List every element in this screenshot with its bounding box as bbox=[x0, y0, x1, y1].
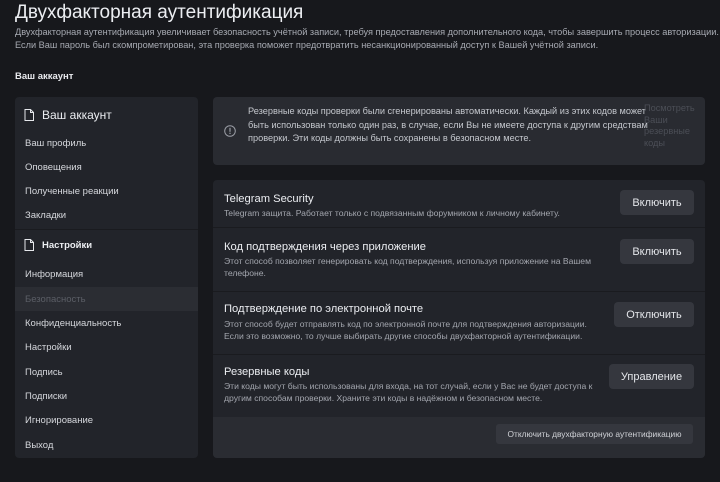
disable-email-button[interactable]: Отключить bbox=[614, 302, 694, 327]
method-title-telegram: Telegram Security bbox=[224, 193, 314, 205]
method-divider bbox=[213, 291, 705, 292]
method-desc-app: Этот способ позволяет генерировать код п… bbox=[224, 256, 591, 278]
document-icon bbox=[24, 109, 34, 121]
manage-backup-codes-button[interactable]: Управление bbox=[609, 364, 694, 389]
document-icon bbox=[24, 239, 34, 251]
sidebar-item-profile[interactable]: Ваш профиль bbox=[15, 131, 198, 155]
sidebar-item-ignoring[interactable]: Игнорирование bbox=[15, 408, 198, 432]
sidebar-item-signature[interactable]: Подпись bbox=[15, 360, 198, 384]
sidebar-item-bookmarks[interactable]: Закладки bbox=[15, 203, 198, 227]
sidebar-item-reactions[interactable]: Полученные реакции bbox=[15, 179, 198, 203]
sidebar-item-logout[interactable]: Выход bbox=[15, 433, 198, 457]
methods-footer: Отключить двухфакторную аутентификацию bbox=[213, 417, 705, 458]
sidebar-item-privacy[interactable]: Конфиденциальность bbox=[15, 311, 198, 335]
two-factor-methods-panel: Telegram Security Telegram защита. Работ… bbox=[213, 180, 705, 458]
sidebar-divider bbox=[15, 229, 198, 230]
disable-two-factor-button[interactable]: Отключить двухфакторную аутентификацию bbox=[496, 424, 693, 444]
sidebar-header-account[interactable]: Ваш аккаунт bbox=[15, 101, 198, 129]
method-desc-email: Этот способ будет отправлять код по элек… bbox=[224, 319, 587, 341]
method-divider bbox=[213, 354, 705, 355]
sidebar-item-subscriptions[interactable]: Подписки bbox=[15, 384, 198, 408]
enable-telegram-button[interactable]: Включить bbox=[620, 190, 694, 215]
sidebar: Ваш аккаунт Ваш профиль Оповещения Получ… bbox=[15, 97, 198, 458]
method-title-backup-codes: Резервные коды bbox=[224, 366, 310, 378]
method-desc-telegram: Telegram защита. Работает только с подвя… bbox=[224, 208, 560, 218]
backup-codes-notice: Резервные коды проверки были сгенерирова… bbox=[213, 97, 705, 165]
sidebar-header-label: Ваш аккаунт bbox=[42, 108, 112, 122]
enable-app-code-button[interactable]: Включить bbox=[620, 239, 694, 264]
sidebar-item-information[interactable]: Информация bbox=[15, 262, 198, 286]
info-circle-icon bbox=[224, 125, 236, 137]
method-desc-backup-codes: Эти коды могут быть использованы для вхо… bbox=[224, 381, 593, 403]
view-backup-codes-link[interactable]: Посмотреть Ваши резервные коды bbox=[644, 103, 702, 149]
sidebar-item-preferences[interactable]: Настройки bbox=[15, 335, 198, 359]
sidebar-item-notifications[interactable]: Оповещения bbox=[15, 155, 198, 179]
method-title-email: Подтверждение по электронной почте bbox=[224, 303, 424, 315]
breadcrumb[interactable]: Ваш аккаунт bbox=[15, 71, 73, 82]
sidebar-header-settings[interactable]: Настройки bbox=[15, 231, 198, 259]
notice-text: Резервные коды проверки были сгенерирова… bbox=[248, 106, 648, 143]
page-title: Двухфакторная аутентификация bbox=[15, 2, 304, 23]
sidebar-item-security[interactable]: Безопасность bbox=[15, 287, 198, 311]
method-title-app: Код подтверждения через приложение bbox=[224, 241, 427, 253]
method-divider bbox=[213, 227, 705, 228]
sidebar-header-label: Настройки bbox=[42, 239, 93, 251]
page-description: Двухфакторная аутентификация увеличивает… bbox=[15, 27, 719, 50]
